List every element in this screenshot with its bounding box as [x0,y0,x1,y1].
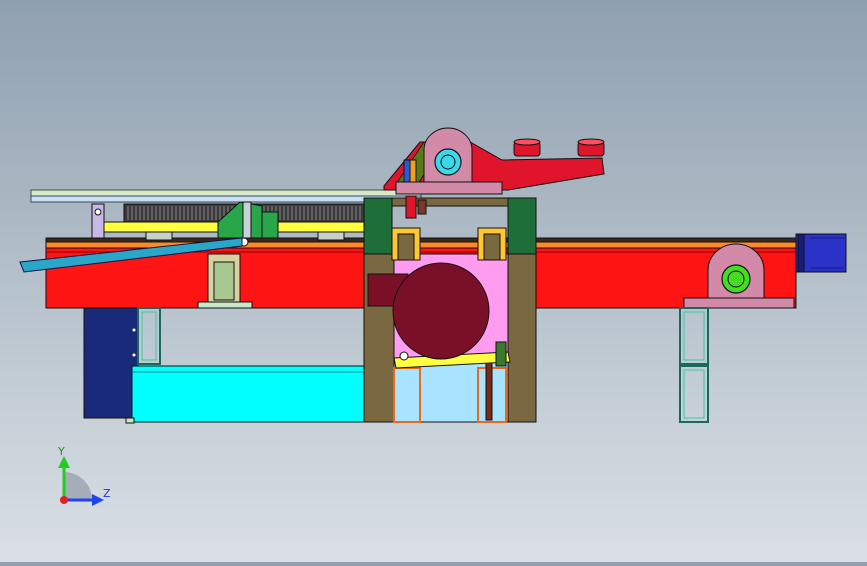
feed-plate [30,189,422,203]
motor-box [83,307,139,419]
origin-dot [60,496,68,504]
left-leg [137,307,161,365]
drive-motor [795,233,847,273]
right-legs [679,307,709,423]
tank [125,365,367,424]
y-axis-label: Y [57,445,65,458]
cad-viewport[interactable]: Y Z [0,0,867,562]
z-axis-label: Z [103,487,111,500]
orientation-triad: Y Z [57,445,111,506]
